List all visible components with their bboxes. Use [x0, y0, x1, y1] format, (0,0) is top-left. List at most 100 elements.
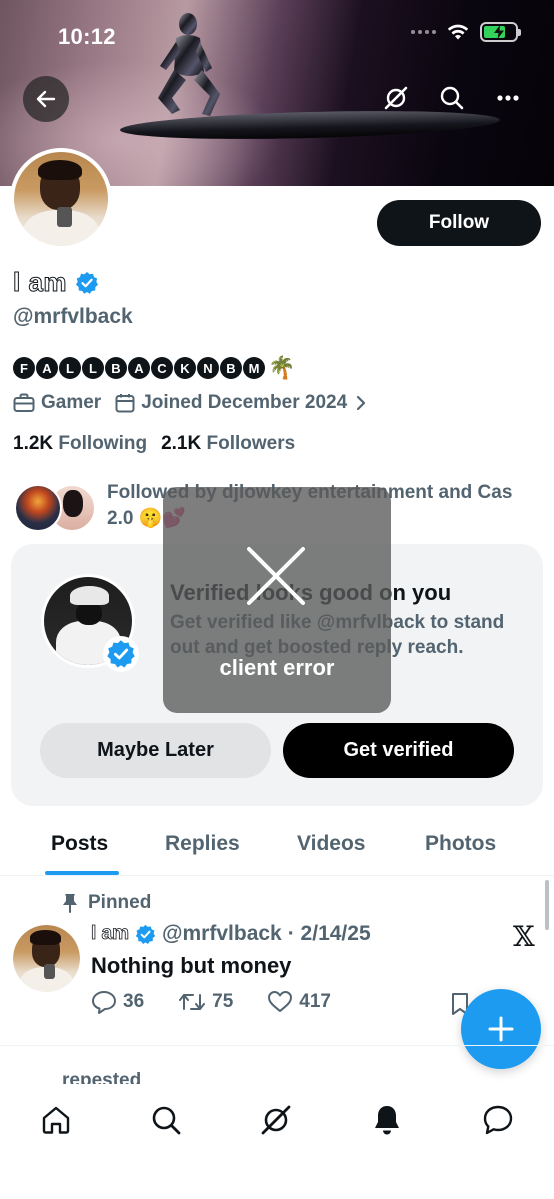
- pin-icon: [63, 894, 77, 913]
- chevron-right-icon: [357, 395, 366, 411]
- follower-avatar: [14, 484, 62, 532]
- bio-letter: N: [197, 357, 219, 379]
- briefcase-icon: [13, 393, 35, 412]
- close-x-icon: [247, 547, 305, 605]
- error-message: client error: [219, 655, 335, 680]
- joined-label: Joined December 2024: [141, 392, 348, 413]
- promo-verified-badge-icon: [103, 636, 139, 672]
- calendar-icon: [115, 394, 135, 413]
- more-options-button[interactable]: [488, 78, 528, 118]
- followed-by-avatars: [14, 484, 98, 534]
- followers-stat[interactable]: 2.1K Followers: [161, 433, 295, 455]
- signal-dots-icon: [411, 30, 436, 34]
- tab-posts[interactable]: Posts: [51, 832, 108, 856]
- compose-button[interactable]: [461, 989, 541, 1069]
- status-icons: [411, 22, 521, 42]
- profile-avatar[interactable]: [10, 148, 112, 250]
- post-actions: 36 75 417: [91, 990, 365, 1014]
- nav-notifications[interactable]: [367, 1100, 407, 1140]
- bio-letter: L: [82, 357, 104, 379]
- follow-button[interactable]: Follow: [377, 200, 541, 246]
- bio-letter: B: [105, 357, 127, 379]
- palm-tree-emoji: 🌴: [268, 355, 296, 380]
- pinned-label: Pinned: [62, 892, 151, 914]
- battery-icon: [480, 22, 521, 42]
- post-header: l am @mrfvlback · 2/14/25: [91, 922, 371, 946]
- like-count: 417: [299, 991, 331, 1012]
- reply-icon: [92, 991, 116, 1014]
- wifi-icon: [447, 24, 469, 40]
- following-label: Following: [58, 433, 148, 454]
- followers-label: Followers: [206, 433, 296, 454]
- tab-replies[interactable]: Replies: [165, 832, 240, 856]
- post-author-avatar[interactable]: [13, 925, 80, 992]
- profile-handle: @mrfvlback: [13, 305, 133, 328]
- status-time: 10:12: [58, 24, 116, 49]
- display-name: l am: [12, 267, 99, 298]
- profile-bio: F A L L B A C K N B M 🌴: [13, 355, 295, 381]
- post-author-name[interactable]: l am: [91, 923, 130, 945]
- post-date: · 2/14/25: [287, 922, 371, 945]
- post-author-handle[interactable]: @mrfvlback: [162, 922, 282, 946]
- like-button[interactable]: 417: [267, 990, 331, 1014]
- bio-letter: C: [151, 357, 173, 379]
- follow-stats: 1.2K Following 2.1K Followers: [13, 433, 295, 455]
- following-count: 1.2K: [13, 433, 54, 454]
- profile-tabs: Posts Replies Videos Photos: [0, 820, 554, 876]
- bell-icon: [375, 1106, 399, 1135]
- message-icon: [483, 1105, 513, 1135]
- nav-search[interactable]: [146, 1100, 186, 1140]
- nav-messages[interactable]: [478, 1100, 518, 1140]
- bio-letter: L: [59, 357, 81, 379]
- back-button[interactable]: [23, 76, 69, 122]
- bio-letter: B: [220, 357, 242, 379]
- plus-icon: [488, 1016, 514, 1042]
- profile-meta: Gamer Joined December 2024: [13, 392, 381, 414]
- next-item-repost-label: repested: [62, 1070, 141, 1084]
- next-item-text: repested: [62, 1070, 142, 1084]
- get-verified-button[interactable]: Get verified: [283, 723, 514, 778]
- tab-photos[interactable]: Photos: [425, 832, 496, 856]
- search-button[interactable]: [432, 78, 472, 118]
- category-label: Gamer: [41, 392, 102, 413]
- search-icon: [440, 86, 464, 110]
- verified-badge-icon: [135, 924, 156, 944]
- banner-figure: [158, 13, 220, 116]
- reply-button[interactable]: 36: [91, 990, 144, 1014]
- heart-icon: [268, 991, 293, 1012]
- error-toast: client error: [163, 487, 391, 713]
- grok-button[interactable]: [376, 78, 416, 118]
- search-icon: [152, 1106, 181, 1135]
- bio-letter: M: [243, 357, 265, 379]
- nav-home[interactable]: [36, 1100, 76, 1140]
- maybe-later-button[interactable]: Maybe Later: [40, 723, 271, 778]
- pinned-text: Pinned: [88, 892, 152, 913]
- following-stat[interactable]: 1.2K Following: [13, 433, 147, 455]
- grok-icon: [261, 1105, 291, 1135]
- x-logo-icon: 𝕏: [513, 920, 535, 953]
- tab-videos[interactable]: Videos: [297, 832, 365, 856]
- scrollbar[interactable]: [545, 880, 549, 930]
- followers-count: 2.1K: [161, 433, 202, 454]
- repost-count: 75: [212, 991, 234, 1012]
- repost-button[interactable]: 75: [178, 991, 233, 1013]
- bio-letter: K: [174, 357, 196, 379]
- grok-icon: [384, 86, 408, 110]
- post-divider: [0, 1045, 554, 1046]
- display-name-text: l am: [12, 267, 68, 298]
- more-horizontal-icon: [497, 95, 519, 101]
- home-icon: [42, 1106, 70, 1134]
- joined-item[interactable]: Joined December 2024: [115, 392, 367, 414]
- bio-letter: F: [13, 357, 35, 379]
- category-item: Gamer: [13, 392, 101, 414]
- arrow-left-icon: [36, 90, 56, 108]
- nav-grok[interactable]: [256, 1100, 296, 1140]
- post-text[interactable]: Nothing but money: [91, 953, 291, 979]
- bottom-navigation: [0, 1084, 554, 1199]
- bio-letter: A: [128, 357, 150, 379]
- reply-count: 36: [123, 991, 145, 1012]
- repost-icon: [179, 994, 206, 1010]
- bio-letter: A: [36, 357, 58, 379]
- verified-badge-icon: [76, 271, 99, 294]
- active-tab-indicator: [45, 871, 119, 875]
